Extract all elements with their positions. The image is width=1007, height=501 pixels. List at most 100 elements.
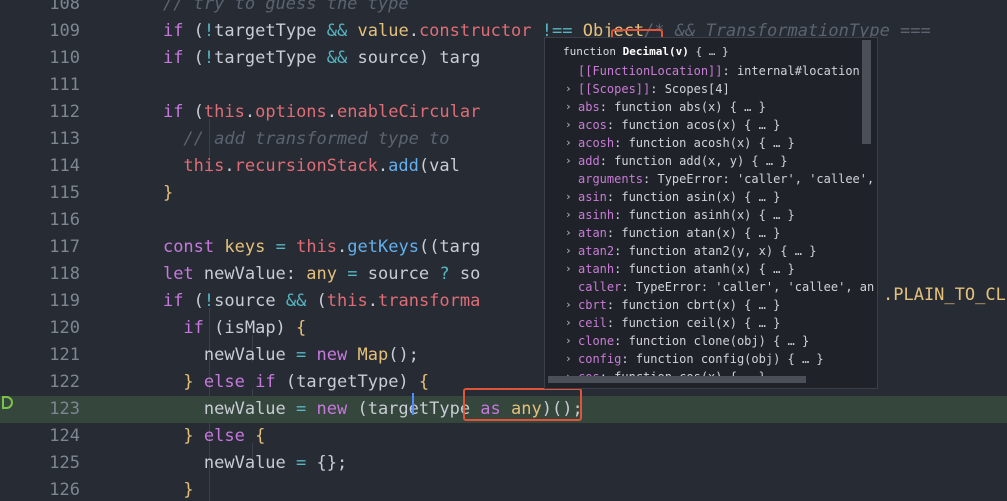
line-number: 114 bbox=[49, 156, 80, 176]
property-value: : function ceil(x) { … } bbox=[606, 316, 781, 330]
property-value: : function atan(x) { … } bbox=[606, 226, 781, 240]
chevron-right-icon[interactable]: › bbox=[565, 152, 572, 170]
line-number: 121 bbox=[49, 345, 80, 365]
popup-property-row[interactable]: › clone: function clone(obj) { … } bbox=[545, 332, 875, 350]
code-text: } else if (targetType) { bbox=[183, 372, 430, 392]
line-number: 126 bbox=[49, 480, 80, 500]
property-value: : function cbrt(x) { … } bbox=[606, 298, 781, 312]
property-key: arguments bbox=[578, 172, 644, 186]
popup-vertical-scrollbar[interactable] bbox=[862, 40, 871, 144]
property-value: : Scopes[4] bbox=[650, 82, 730, 96]
chevron-right-icon[interactable]: › bbox=[565, 350, 572, 368]
line-number: 117 bbox=[49, 237, 80, 257]
popup-property-row[interactable]: arguments: TypeError: 'caller', 'callee'… bbox=[545, 170, 875, 188]
property-key: [[FunctionLocation]] bbox=[578, 64, 723, 78]
popup-property-row[interactable]: › atanh: function atanh(x) { … } bbox=[545, 260, 875, 278]
popup-property-row[interactable]: [[FunctionLocation]]: internal#location bbox=[545, 62, 875, 80]
chevron-right-icon[interactable]: › bbox=[565, 134, 572, 152]
debug-hover-popup[interactable]: function Decimal(v) { … } [[FunctionLoca… bbox=[544, 37, 878, 389]
code-text: } bbox=[162, 183, 174, 203]
code-text: if (isMap) { bbox=[183, 318, 307, 338]
popup-property-row[interactable]: › cbrt: function cbrt(x) { … } bbox=[545, 296, 875, 314]
popup-property-row[interactable]: › acosh: function acosh(x) { … } bbox=[545, 134, 875, 152]
property-value: : function asinh(x) { … } bbox=[614, 208, 795, 222]
property-key: atanh bbox=[578, 262, 615, 276]
chevron-right-icon[interactable]: › bbox=[565, 242, 572, 260]
line-number: 111 bbox=[49, 75, 80, 95]
chevron-right-icon[interactable]: › bbox=[565, 332, 572, 350]
chevron-right-icon[interactable]: › bbox=[565, 224, 572, 242]
property-key: asin bbox=[578, 190, 607, 204]
code-text: this.recursionStack.add(val bbox=[183, 156, 460, 176]
chevron-right-icon[interactable]: › bbox=[565, 116, 572, 134]
code-text: newValue = new Map(); bbox=[203, 345, 419, 365]
code-text: if (!targetType && source) targ bbox=[162, 48, 481, 68]
chevron-right-icon[interactable]: › bbox=[565, 80, 572, 98]
line-number: 118 bbox=[49, 264, 80, 284]
popup-property-row[interactable]: caller: TypeError: 'caller', 'callee', a… bbox=[545, 278, 875, 296]
property-key: asinh bbox=[578, 208, 615, 222]
property-key: clone bbox=[578, 334, 615, 348]
popup-function-name: Decimal(v) bbox=[622, 45, 689, 58]
code-line[interactable]: 126 } bbox=[0, 477, 1007, 501]
code-fragment-right: .PLAIN_TO_CL bbox=[883, 285, 1006, 305]
line-number: 113 bbox=[49, 129, 80, 149]
chevron-right-icon[interactable]: › bbox=[565, 98, 572, 116]
popup-horizontal-scrollbar[interactable] bbox=[548, 376, 806, 383]
code-text: const keys = this.getKeys((targ bbox=[162, 237, 481, 257]
code-text: newValue = {}; bbox=[203, 453, 348, 473]
popup-property-row[interactable]: › ceil: function ceil(x) { … } bbox=[545, 314, 875, 332]
chevron-right-icon[interactable]: › bbox=[565, 260, 572, 278]
property-value: : function add(x, y) { … } bbox=[599, 154, 788, 168]
line-number: 115 bbox=[49, 183, 80, 203]
property-value: : function atanh(x) { … } bbox=[614, 262, 795, 276]
property-value: : TypeError: 'caller', 'callee', and bbox=[643, 172, 875, 186]
line-number: 125 bbox=[49, 453, 80, 473]
property-value: : function config(obj) { … } bbox=[621, 352, 824, 366]
code-line[interactable]: 125 newValue = {}; bbox=[0, 450, 1007, 477]
code-line[interactable]: 108 // try to guess the type bbox=[0, 0, 1007, 18]
chevron-right-icon[interactable]: › bbox=[565, 314, 572, 332]
line-number: 112 bbox=[49, 102, 80, 122]
property-value: : function acos(x) { … } bbox=[606, 118, 781, 132]
popup-property-row[interactable]: › config: function config(obj) { … } bbox=[545, 350, 875, 368]
popup-property-row[interactable]: › atan: function atan(x) { … } bbox=[545, 224, 875, 242]
property-key: ceil bbox=[578, 316, 607, 330]
property-value: : function acosh(x) { … } bbox=[614, 136, 795, 150]
chevron-right-icon[interactable]: › bbox=[565, 206, 572, 224]
code-text: if (!source && (this.transforma bbox=[162, 291, 481, 311]
property-key: [[Scopes]] bbox=[578, 82, 651, 96]
popup-property-row[interactable]: › atan2: function atan2(y, x) { … } bbox=[545, 242, 875, 260]
popup-property-row[interactable]: › abs: function abs(x) { … } bbox=[545, 98, 875, 116]
highlight-box-targettype bbox=[463, 388, 582, 421]
popup-property-row[interactable]: › asin: function asin(x) { … } bbox=[545, 188, 875, 206]
popup-property-row[interactable]: › [[Scopes]]: Scopes[4] bbox=[545, 80, 875, 98]
code-text: } else { bbox=[183, 426, 266, 446]
text-cursor bbox=[412, 393, 414, 415]
popup-property-row[interactable]: › acos: function acos(x) { … } bbox=[545, 116, 875, 134]
code-text: // try to guess the type bbox=[162, 0, 409, 14]
code-text: let newValue: any = source ? so bbox=[162, 264, 481, 284]
popup-property-row[interactable]: › add: function add(x, y) { … } bbox=[545, 152, 875, 170]
property-key: add bbox=[578, 154, 600, 168]
line-number: 116 bbox=[49, 210, 80, 230]
property-value: : TypeError: 'caller', 'callee', and 'c bbox=[621, 280, 875, 294]
line-number: 120 bbox=[49, 318, 80, 338]
property-value: : internal#location bbox=[722, 64, 860, 78]
line-number: 124 bbox=[49, 426, 80, 446]
line-number: 109 bbox=[49, 21, 80, 41]
code-text: // add transformed type to bbox=[183, 129, 450, 149]
property-key: atan2 bbox=[578, 244, 615, 258]
property-key: caller bbox=[578, 280, 622, 294]
line-number: 110 bbox=[49, 48, 80, 68]
property-key: acosh bbox=[578, 136, 615, 150]
line-number: 122 bbox=[49, 372, 80, 392]
property-value: : function abs(x) { … } bbox=[599, 100, 766, 114]
property-value: : function clone(obj) { … } bbox=[614, 334, 810, 348]
code-line[interactable]: 124 } else { bbox=[0, 423, 1007, 450]
chevron-right-icon[interactable]: › bbox=[565, 188, 572, 206]
code-text: if (this.options.enableCircular bbox=[162, 102, 481, 122]
chevron-right-icon[interactable]: › bbox=[565, 296, 572, 314]
popup-property-row[interactable]: › asinh: function asinh(x) { … } bbox=[545, 206, 875, 224]
property-value: : function asin(x) { … } bbox=[606, 190, 781, 204]
